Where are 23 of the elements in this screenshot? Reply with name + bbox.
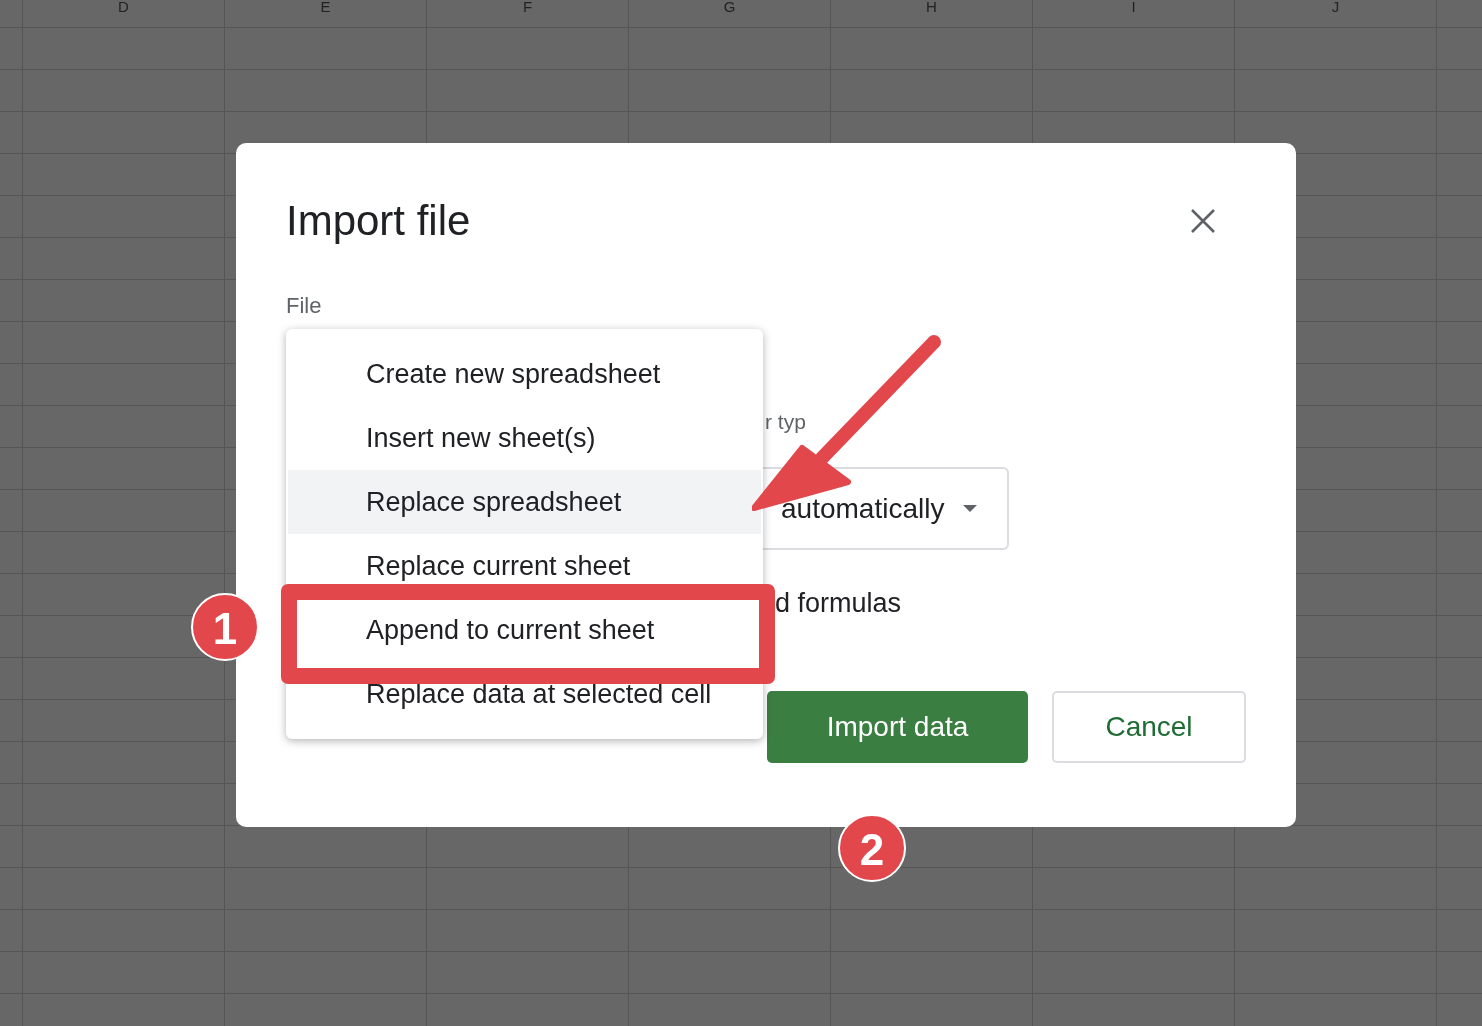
menu-item[interactable]: Append to current sheet (288, 598, 761, 662)
cancel-button[interactable]: Cancel (1052, 691, 1246, 763)
menu-item[interactable]: Replace spreadsheet (288, 470, 761, 534)
column-header: E (225, 0, 427, 27)
menu-item[interactable]: Replace data at selected cell (288, 662, 761, 726)
column-header: G (629, 0, 831, 27)
menu-item[interactable]: Create new spreadsheet (288, 342, 761, 406)
dialog-title: Import file (286, 197, 471, 245)
column-header: D (23, 0, 225, 27)
checkbox-label: d formulas (775, 588, 903, 619)
caret-icon (963, 504, 977, 513)
field-label: File (286, 293, 323, 319)
step-badge: 2 (838, 814, 906, 882)
step-badge: 1 (191, 593, 259, 661)
import-button[interactable]: Import data (767, 691, 1028, 763)
column-header: I (1033, 0, 1235, 27)
column-header: H (831, 0, 1033, 27)
field-label: r typ (765, 409, 806, 435)
column-header: J (1235, 0, 1437, 27)
menu-item[interactable]: Insert new sheet(s) (288, 406, 761, 470)
column-header: F (427, 0, 629, 27)
menu-item[interactable]: Replace current sheet (288, 534, 761, 598)
close-icon[interactable] (1190, 208, 1216, 234)
